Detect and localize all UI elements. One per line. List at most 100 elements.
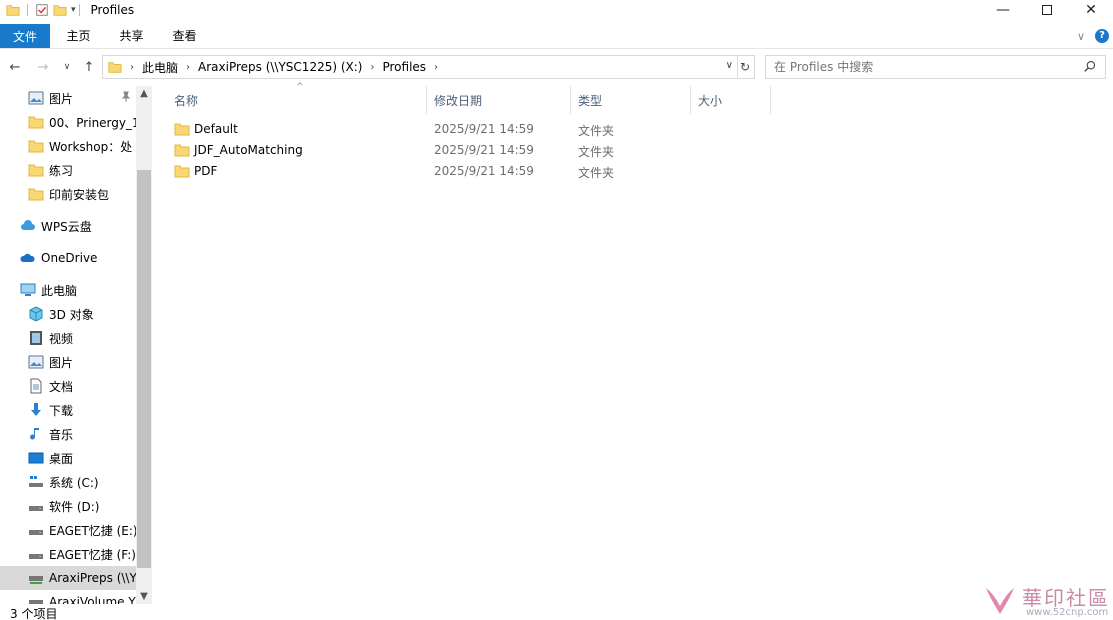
nav-item-music[interactable]: 音乐 <box>28 422 152 446</box>
up-button[interactable]: ↑ <box>80 58 98 76</box>
nav-item-downloads[interactable]: 下载 <box>28 398 152 422</box>
nav-item-drive-c[interactable]: 系统 (C:) <box>28 470 152 494</box>
pictures-icon <box>28 91 44 105</box>
nav-item-documents[interactable]: 文档 <box>28 374 152 398</box>
address-dropdown-icon[interactable]: ∨ <box>726 60 733 71</box>
file-type: 文件夹 <box>578 145 615 159</box>
nav-label: AraxiPreps (\\Y <box>49 571 136 585</box>
nav-label: 软件 (D:) <box>49 499 100 514</box>
ribbon-controls: ∨ ? <box>1077 24 1109 48</box>
nav-item-pictures[interactable]: 图片 <box>28 350 152 374</box>
tab-home[interactable]: 主页 <box>52 24 105 48</box>
pictures-icon <box>28 355 44 369</box>
title-separator <box>78 4 80 16</box>
file-name: JDF_AutoMatching <box>194 143 303 157</box>
column-header-size[interactable]: 大小 <box>690 86 770 114</box>
recent-locations-button[interactable]: ∨ <box>58 58 76 76</box>
nav-scrollbar[interactable]: ▲ ▼ <box>136 86 152 604</box>
file-date: 2025/9/21 14:59 <box>434 164 534 178</box>
arrow-right-icon: → <box>37 59 49 75</box>
nav-item-this-pc[interactable]: 此电脑 <box>20 278 152 302</box>
scroll-thumb[interactable] <box>137 170 151 568</box>
breadcrumb-this-pc[interactable]: 此电脑 <box>142 59 178 76</box>
folder-icon <box>6 5 20 16</box>
column-label: 修改日期 <box>434 93 483 108</box>
tab-file[interactable]: 文件 <box>0 24 50 48</box>
pin-icon[interactable] <box>120 91 132 103</box>
customize-toolbar-icon[interactable]: ▾ <box>71 5 76 15</box>
breadcrumb-separator-icon[interactable]: › <box>186 62 190 73</box>
breadcrumb-separator-icon[interactable]: › <box>370 62 374 73</box>
breadcrumb-separator-icon[interactable]: › <box>434 62 438 73</box>
breadcrumb-separator-icon[interactable]: › <box>130 62 134 73</box>
address-row: ← → ∨ ↑ › 此电脑 › AraxiPreps (\\YSC1225) (… <box>0 54 1113 80</box>
system-drive-icon <box>29 476 43 487</box>
folder-icon <box>28 188 44 201</box>
nav-label: 图片 <box>49 355 74 370</box>
forward-button[interactable]: → <box>34 58 52 76</box>
nav-label: 桌面 <box>49 451 74 466</box>
help-icon[interactable]: ? <box>1095 29 1109 43</box>
nav-item-drive-d[interactable]: 软件 (D:) <box>28 494 152 518</box>
nav-item-wps-cloud[interactable]: WPS云盘 <box>20 214 152 238</box>
nav-label: 文档 <box>49 379 74 394</box>
nav-item-videos[interactable]: 视频 <box>28 326 152 350</box>
watermark: 華印社區 www.52cnp.com <box>982 582 1112 618</box>
folder-icon <box>174 123 190 136</box>
column-divider[interactable] <box>770 86 771 114</box>
nav-item-araxipreps[interactable]: AraxiPreps (\\Y <box>0 566 136 590</box>
nav-item-pictures-quick[interactable]: 图片 <box>28 86 152 110</box>
table-row[interactable]: Default 2025/9/21 14:59 文件夹 <box>166 119 770 140</box>
nav-item-installers[interactable]: 印前安装包 <box>28 182 152 206</box>
nav-item-workshop[interactable]: Workshop：处 <box>28 134 152 158</box>
table-row[interactable]: PDF 2025/9/21 14:59 文件夹 <box>166 161 770 182</box>
tab-share[interactable]: 共享 <box>105 24 158 48</box>
scroll-down-icon[interactable]: ▼ <box>136 591 152 602</box>
new-folder-icon[interactable] <box>53 3 67 17</box>
title-bar: ▾ Profiles — ✕ <box>0 0 1113 20</box>
nav-item-prinergy[interactable]: 00、Prinergy_1 <box>28 110 152 134</box>
network-drive-icon <box>29 600 43 604</box>
table-row[interactable]: JDF_AutoMatching 2025/9/21 14:59 文件夹 <box>166 140 770 161</box>
search-box <box>765 55 1106 79</box>
expand-ribbon-icon[interactable]: ∨ <box>1077 30 1085 43</box>
nav-item-practice[interactable]: 练习 <box>28 158 152 182</box>
column-header-date[interactable]: 修改日期 <box>426 86 570 114</box>
breadcrumb-drive[interactable]: AraxiPreps (\\YSC1225) (X:) <box>198 60 362 74</box>
breadcrumb-profiles[interactable]: Profiles <box>382 60 426 74</box>
folder-icon <box>28 116 44 129</box>
network-drive-icon <box>29 576 43 584</box>
minimize-icon: — <box>996 2 1010 18</box>
drive-icon <box>29 506 43 511</box>
status-item-count: 3 个项目 <box>10 607 58 620</box>
back-button[interactable]: ← <box>6 58 24 76</box>
close-button[interactable]: ✕ <box>1069 0 1113 20</box>
file-type: 文件夹 <box>578 166 615 180</box>
tab-view[interactable]: 查看 <box>158 24 211 48</box>
nav-item-onedrive[interactable]: OneDrive <box>20 246 152 270</box>
nav-item-drive-e[interactable]: EAGET忆捷 (E:) <box>28 518 152 542</box>
column-header-name[interactable]: 名称 ^ <box>166 82 426 114</box>
arrow-left-icon: ← <box>9 59 21 75</box>
nav-item-drive-f[interactable]: EAGET忆捷 (F:) <box>28 542 152 566</box>
minimize-button[interactable]: — <box>981 0 1025 20</box>
nav-item-araxivolume[interactable]: AraxiVolume Y <box>28 590 152 604</box>
column-label: 类型 <box>578 93 603 108</box>
file-date: 2025/9/21 14:59 <box>434 122 534 136</box>
nav-item-3d-objects[interactable]: 3D 对象 <box>28 302 152 326</box>
nav-item-desktop[interactable]: 桌面 <box>28 446 152 470</box>
onedrive-icon <box>20 253 35 262</box>
folder-icon <box>108 62 122 73</box>
nav-label: 00、Prinergy_1 <box>49 115 140 130</box>
maximize-icon <box>1042 5 1052 15</box>
maximize-button[interactable] <box>1025 0 1069 20</box>
explorer-window: ▾ Profiles — ✕ 文件 主页 共享 查看 ∨ ? ← → ∨ ↑ ›… <box>0 0 1113 620</box>
column-header-type[interactable]: 类型 <box>570 86 690 114</box>
scroll-up-icon[interactable]: ▲ <box>136 88 152 99</box>
refresh-button[interactable]: ↻ <box>736 55 755 79</box>
search-input[interactable] <box>774 60 1074 74</box>
address-bar[interactable]: › 此电脑 › AraxiPreps (\\YSC1225) (X:) › Pr… <box>102 55 738 79</box>
search-icon[interactable] <box>1083 60 1097 74</box>
properties-icon[interactable] <box>35 3 49 17</box>
chevron-down-icon: ∨ <box>63 62 71 72</box>
